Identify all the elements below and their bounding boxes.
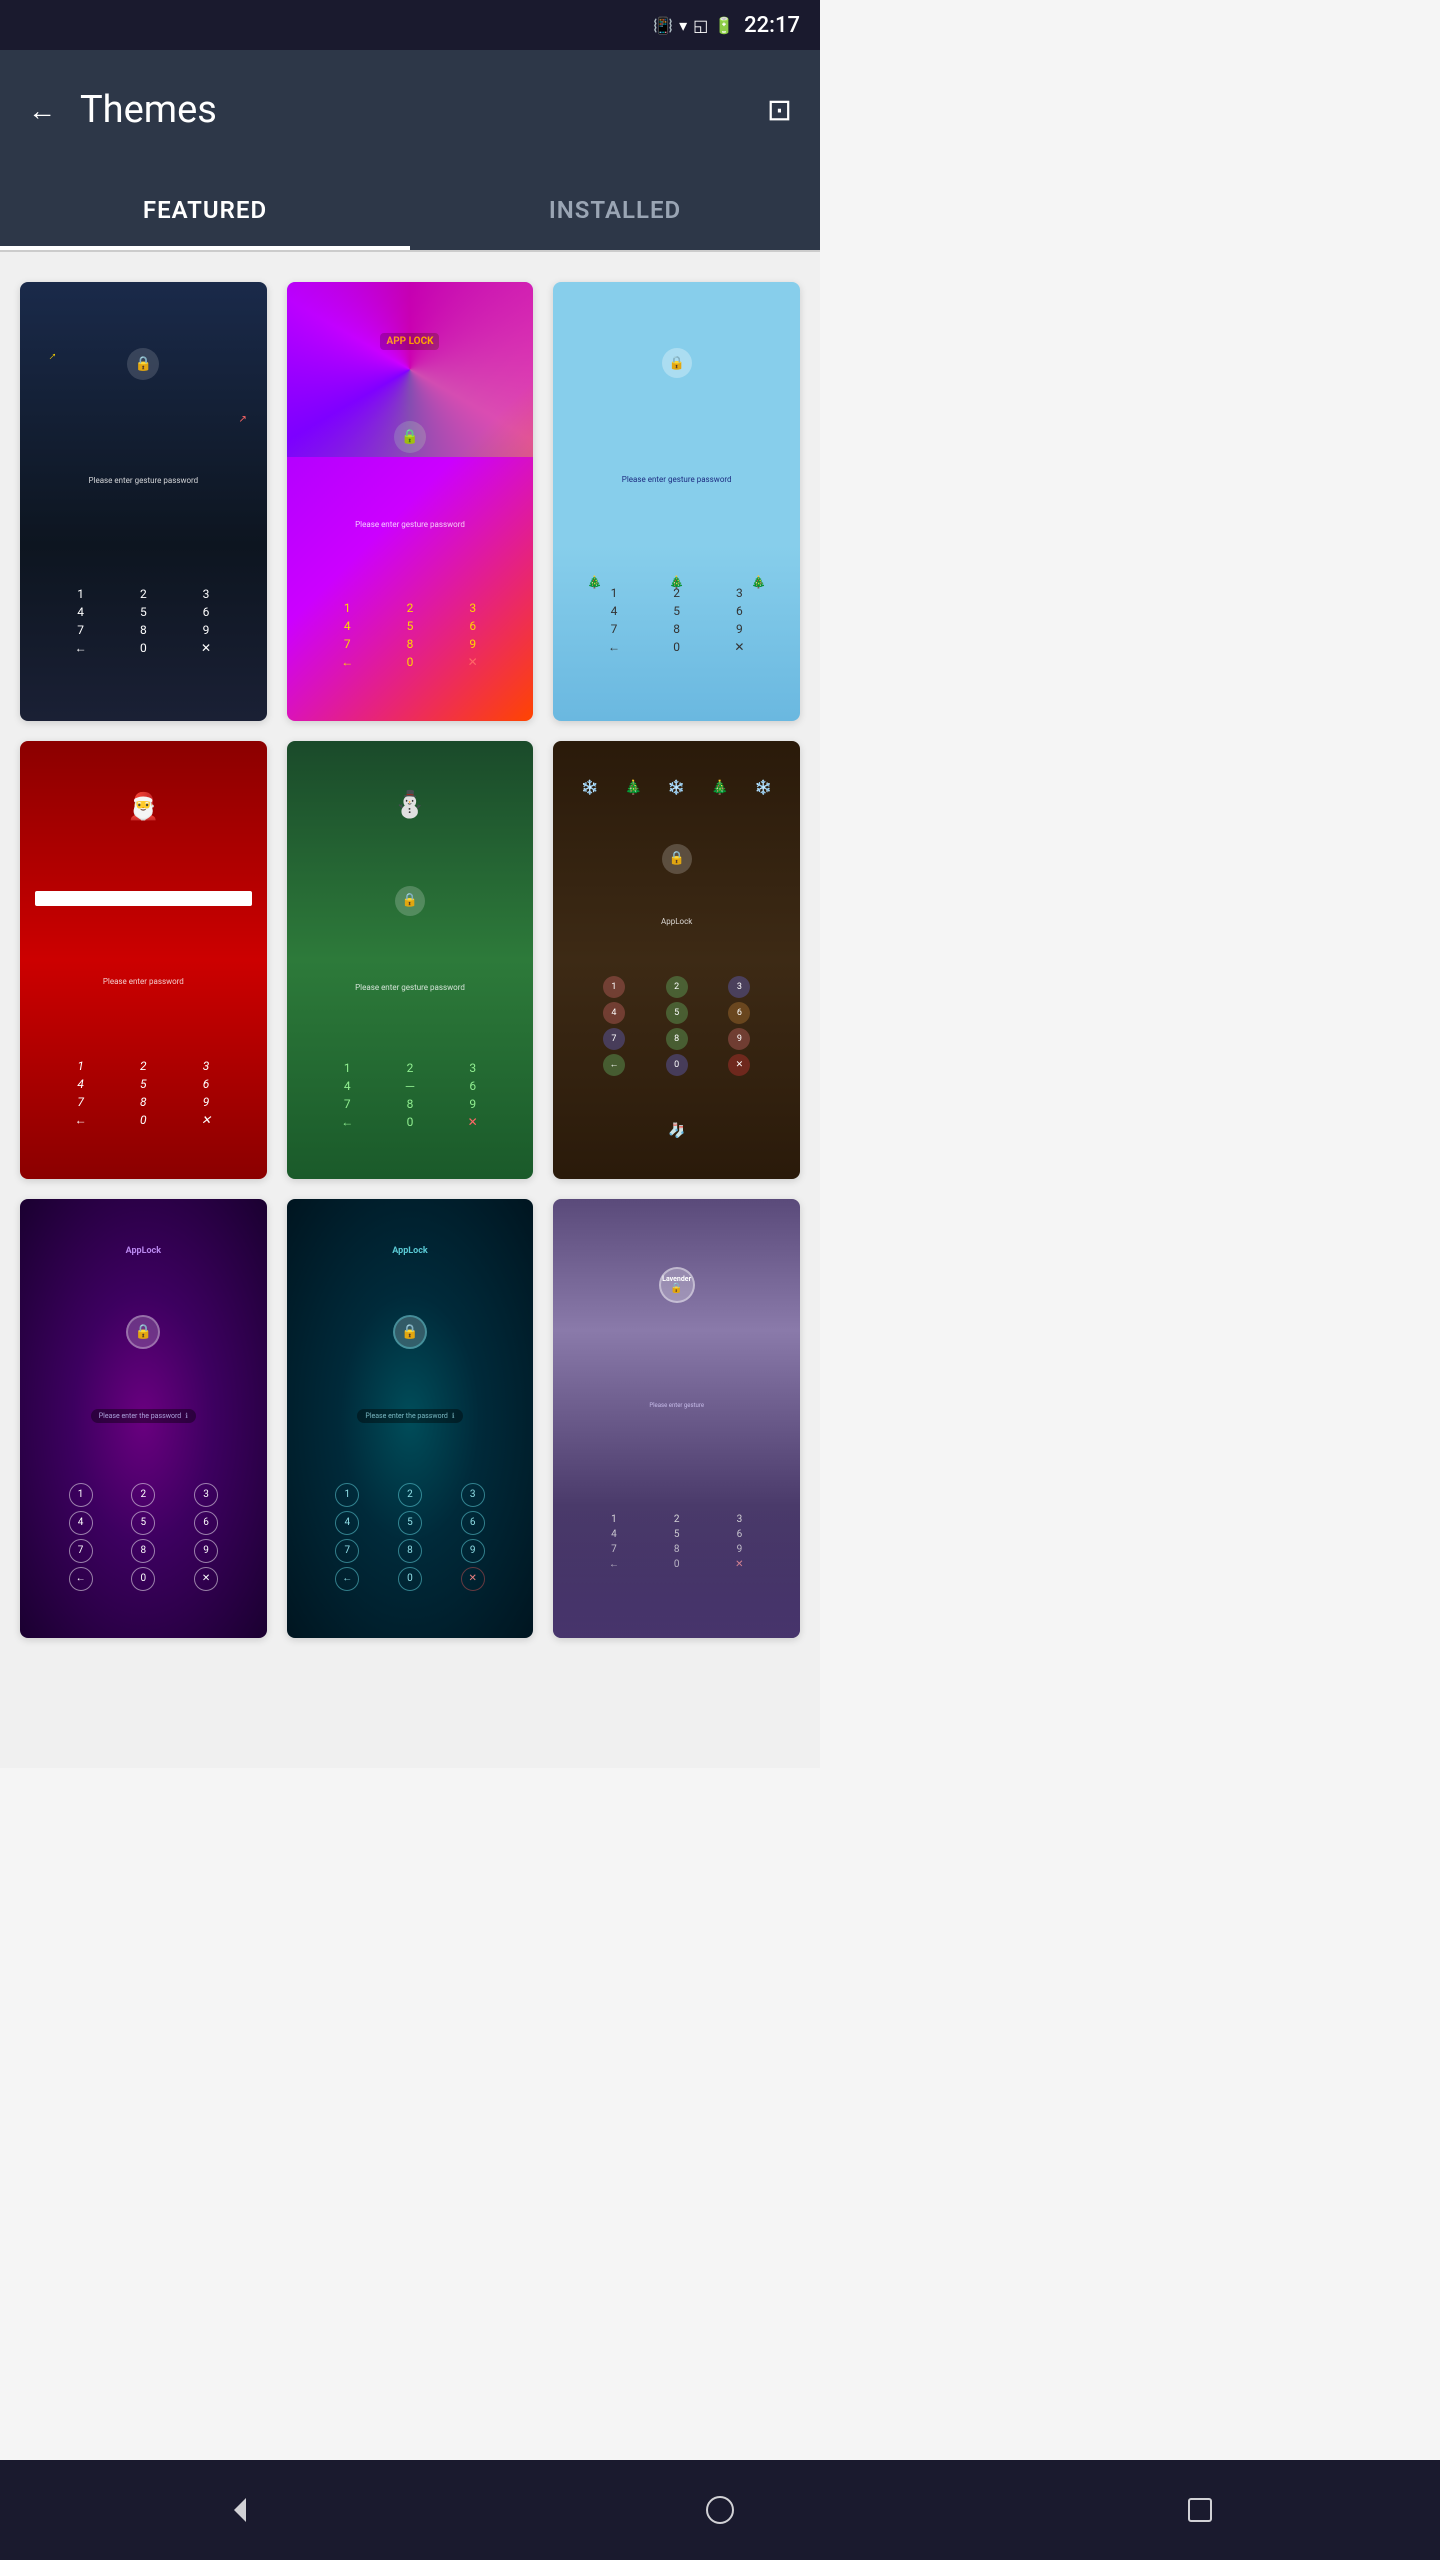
lock-icon-8: 🔒 [393, 1315, 427, 1349]
keypad-8: 1 2 3 4 5 6 7 8 9 ← 0 ✕ [318, 1483, 502, 1591]
bottom-nav [0, 2460, 1440, 2560]
app-header: ← Themes ⊡ [0, 50, 820, 170]
snow-band [35, 891, 252, 906]
status-bar: 📳 ▾ ◱ 🔋 22:17 [0, 0, 820, 50]
tab-installed[interactable]: INSTALLED [410, 170, 820, 250]
deco-arrow-1: → [41, 346, 59, 364]
crop-icon[interactable]: ⊡ [759, 85, 800, 136]
prompt-3: Please enter gesture password [622, 475, 732, 484]
lavender-overlay [553, 1506, 800, 1638]
password-field-8: Please enter the password ℹ [357, 1409, 462, 1423]
battery-icon: 🔋 [714, 16, 734, 35]
theme-card-holiday[interactable]: ❄️🎄❄️🎄❄️ 🔒 AppLock 1 2 3 4 5 6 7 8 9 ← 0… [553, 741, 800, 1180]
lock-icon-1: 🔒 [127, 348, 159, 380]
theme-card-dark-space[interactable]: 🔒 Please enter gesture password 1 2 3 4 … [20, 282, 267, 721]
stocking-deco: 🧦 [668, 1123, 685, 1139]
nav-recents-button[interactable] [1175, 2485, 1225, 2535]
keypad-2: 1 2 3 4 5 6 7 8 9 ← 0 ✕ [318, 601, 502, 669]
bottom-spacer [0, 1668, 820, 1768]
installed-tab-label: INSTALLED [549, 196, 681, 224]
tab-bar: FEATURED INSTALLED [0, 170, 820, 250]
applock-label-7: AppLock [126, 1246, 161, 1256]
keypad-3: 1 2 3 4 5 6 7 8 9 ← 0 ✕ [585, 586, 769, 654]
theme-card-xmas-game[interactable]: 🔒 Please enter gesture password 1 2 3 4 … [553, 282, 800, 721]
theme-card-green-xmas[interactable]: ⛄ 🔒 Please enter gesture password 1 2 3 … [287, 741, 534, 1180]
applock-text-6: AppLock [661, 917, 692, 926]
lock-icon-6: 🔒 [662, 844, 692, 874]
featured-tab-label: FEATURED [143, 196, 267, 224]
theme-card-red-xmas[interactable]: 🎅 Please enter password 1 2 3 4 5 6 7 8 … [20, 741, 267, 1180]
tab-featured[interactable]: FEATURED [0, 170, 410, 250]
themes-grid: 🔒 Please enter gesture password 1 2 3 4 … [0, 252, 820, 1668]
santa-icon: 🎅 [127, 792, 159, 822]
keypad-6: 1 2 3 4 5 6 7 8 9 ← 0 ✕ [585, 976, 769, 1076]
applock-label-8: AppLock [392, 1246, 427, 1256]
prompt-4: Please enter password [103, 977, 184, 986]
snowman-icon: ⛄ [394, 790, 426, 820]
theme-card-teal-galaxy[interactable]: AppLock 🔒 Please enter the password ℹ 1 … [287, 1199, 534, 1638]
keypad-4: 1 2 3 4 5 6 7 8 9 ← 0 ✕ [51, 1059, 235, 1127]
sim-icon: ◱ [693, 16, 708, 35]
lavender-badge: Lavender 🔒 [659, 1267, 695, 1303]
rainbow-rays [287, 282, 534, 457]
status-icons: 📳 ▾ ◱ 🔋 [653, 16, 734, 35]
vibrate-icon: 📳 [653, 16, 673, 35]
theme-card-lavender[interactable]: Lavender 🔒 Please enter gesture 1 2 3 4 … [553, 1199, 800, 1638]
status-time: 22:17 [744, 13, 800, 38]
theme-card-colorful[interactable]: APP LOCK 🔒 Please enter gesture password… [287, 282, 534, 721]
prompt-1: Please enter gesture password [88, 476, 198, 485]
prompt-2: Please enter gesture password [355, 520, 465, 529]
keypad-5: 1 2 3 4 ─ 6 7 8 9 ← 0 ✕ [318, 1061, 502, 1129]
prompt-9: Please enter gesture [649, 1402, 704, 1409]
lock-icon-5: 🔒 [395, 886, 425, 916]
keypad-7: 1 2 3 4 5 6 7 8 9 ← 0 ✕ [51, 1483, 235, 1591]
prompt-5: Please enter gesture password [355, 983, 465, 992]
nav-back-button[interactable] [215, 2485, 265, 2535]
hanging-deco: ❄️🎄❄️🎄❄️ [568, 780, 785, 796]
page-title: Themes [80, 88, 217, 132]
lock-icon-3: 🔒 [662, 348, 692, 378]
wifi-icon: ▾ [679, 16, 687, 35]
nav-home-button[interactable] [695, 2485, 745, 2535]
xmas-icons: 🎄🎄🎄 [553, 575, 800, 589]
password-field-7: Please enter the password ℹ [91, 1409, 196, 1423]
theme-card-purple-galaxy[interactable]: AppLock 🔒 Please enter the password ℹ 1 … [20, 1199, 267, 1638]
lock-icon-7: 🔒 [126, 1315, 160, 1349]
keypad-1: 1 2 3 4 5 6 7 8 9 ← 0 ✕ [51, 587, 235, 655]
back-button[interactable]: ← [20, 86, 64, 135]
deco-arrow-2: ↗ [239, 414, 247, 425]
header-left: ← Themes [20, 86, 217, 135]
